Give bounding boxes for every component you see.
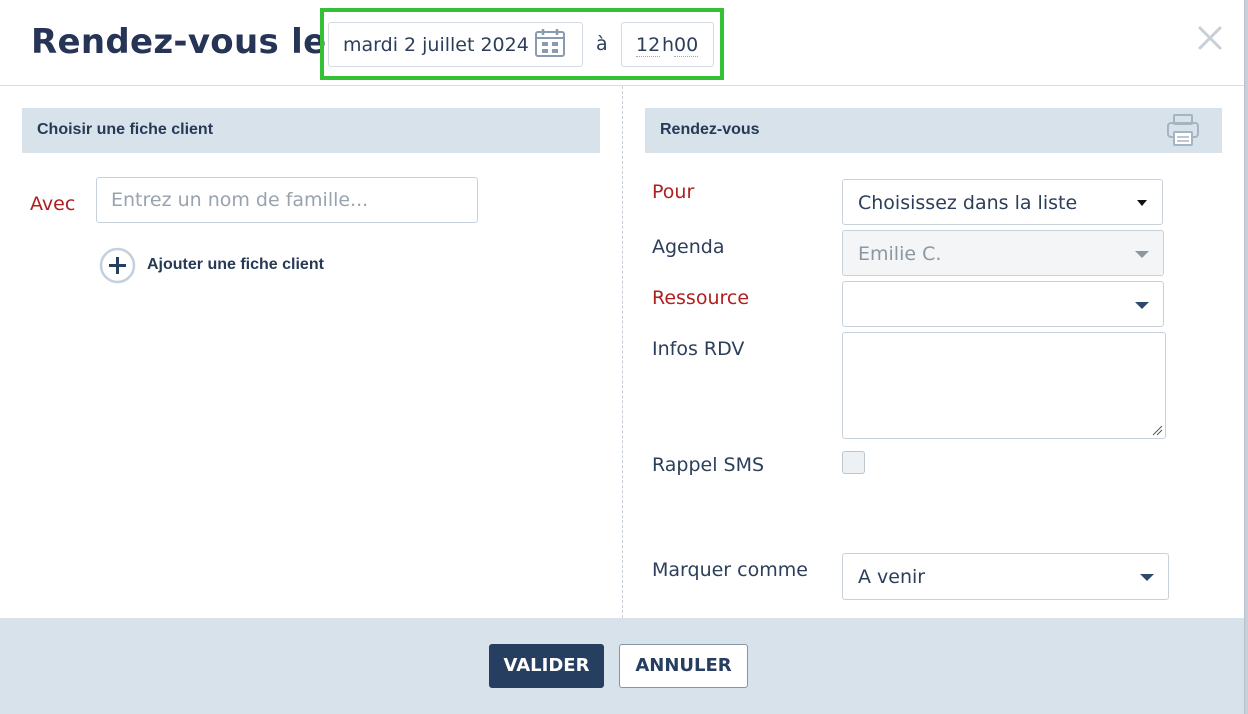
close-icon[interactable]	[1196, 24, 1224, 52]
appointment-section-heading: Rendez-vous	[645, 108, 1222, 153]
status-value: A venir	[858, 566, 926, 588]
status-select[interactable]: A venir	[842, 553, 1169, 600]
client-name-input[interactable]	[96, 177, 478, 223]
pour-value: Choisissez dans la liste	[858, 192, 1078, 214]
pour-label: Pour	[652, 181, 695, 203]
modal-title: Rendez-vous le	[31, 22, 327, 62]
client-section-heading: Choisir une fiche client	[22, 108, 600, 153]
chevron-down-icon	[1135, 251, 1149, 258]
print-icon[interactable]	[1166, 113, 1200, 147]
marquer-comme-label: Marquer comme	[652, 559, 808, 581]
infos-rdv-textarea[interactable]	[842, 332, 1166, 439]
time-picker[interactable]: 12 h 00	[621, 22, 714, 67]
chevron-down-icon	[1137, 200, 1147, 206]
infos-rdv-label: Infos RDV	[652, 338, 745, 360]
ressource-label: Ressource	[652, 287, 750, 309]
avec-label: Avec	[30, 193, 76, 215]
time-minutes[interactable]: 00	[674, 34, 699, 57]
date-value: mardi 2 juillet 2024	[343, 34, 529, 56]
resize-grip-icon[interactable]	[1151, 424, 1163, 436]
date-picker[interactable]: mardi 2 juillet 2024	[328, 22, 583, 67]
chevron-down-icon	[1135, 302, 1149, 309]
rappel-sms-label: Rappel SMS	[652, 454, 765, 476]
annuler-button[interactable]: ANNULER	[619, 644, 748, 688]
valider-button[interactable]: VALIDER	[489, 644, 604, 688]
calendar-icon[interactable]	[534, 28, 566, 58]
agenda-value: Emilie C.	[858, 243, 942, 265]
modal-header: Rendez-vous le mardi 2 juillet 2024 à 12…	[0, 0, 1244, 86]
appointment-modal: Rendez-vous le mardi 2 juillet 2024 à 12…	[0, 0, 1245, 714]
add-client-label: Ajouter une fiche client	[147, 256, 324, 273]
pour-select[interactable]: Choisissez dans la liste	[842, 179, 1163, 225]
agenda-select[interactable]: Emilie C.	[842, 230, 1164, 276]
date-time-separator: à	[596, 33, 608, 55]
time-hours[interactable]: 12	[636, 34, 661, 57]
agenda-label: Agenda	[652, 236, 725, 258]
plus-circle-icon[interactable]	[99, 247, 136, 284]
ressource-select[interactable]	[842, 281, 1164, 327]
chevron-down-icon	[1140, 574, 1154, 581]
rappel-sms-checkbox[interactable]	[842, 451, 865, 474]
time-separator: h	[662, 34, 675, 56]
column-divider	[622, 86, 623, 618]
